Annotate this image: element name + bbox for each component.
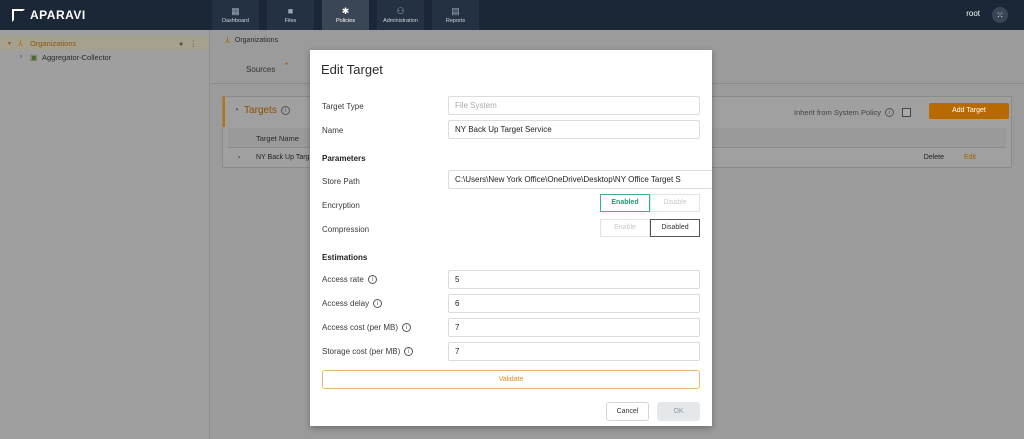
tab-indicator-icon: ●	[285, 61, 289, 67]
compression-enable-toggle[interactable]: Enable	[600, 219, 650, 237]
info-icon[interactable]: i	[885, 108, 894, 117]
target-type-label: Target Type	[322, 102, 364, 111]
target-icon: ◔	[233, 105, 240, 116]
tab-sources[interactable]: Sources	[246, 65, 275, 74]
panel-title-label: Targets	[244, 105, 277, 116]
info-icon[interactable]: i	[367, 275, 377, 284]
organization-icon: ⅄	[18, 38, 23, 48]
logo-text: APARAVI	[30, 8, 86, 22]
tree-item-organizations[interactable]: ▾ ⅄ Organizations ● ⋮	[0, 36, 209, 50]
access-delay-label: Access delay i	[322, 299, 383, 308]
aparavi-logo[interactable]: APARAVI	[12, 8, 86, 22]
access-delay-input[interactable]: 6	[448, 294, 700, 313]
name-input[interactable]: NY Back Up Target Service	[448, 120, 700, 139]
ok-button[interactable]: OK	[657, 402, 700, 421]
grid-icon[interactable]: ⁙	[992, 7, 1008, 23]
organization-icon: ⅄	[225, 36, 230, 45]
nav-administration-label: Administration	[383, 18, 418, 24]
gear-icon: ✱	[341, 6, 350, 16]
storage-cost-label-text: Storage cost (per MB)	[322, 347, 401, 356]
encryption-enabled-toggle[interactable]: Enabled	[600, 194, 650, 212]
encryption-label: Encryption	[322, 201, 360, 210]
access-cost-label: Access cost (per MB) i	[322, 323, 412, 332]
user-menu[interactable]: root	[966, 9, 980, 18]
chevron-down-icon[interactable]: ▾	[8, 40, 18, 47]
edit-target-dialog: Edit Target Target Type File System Name…	[310, 50, 712, 426]
nav-reports[interactable]: ▤ Reports	[432, 0, 479, 30]
tree-item-label: Aggregator-Collector	[42, 52, 112, 62]
panel-accent	[223, 97, 225, 127]
store-path-input[interactable]: C:\Users\New York Office\OneDrive\Deskto…	[448, 170, 712, 189]
storage-cost-label: Storage cost (per MB) i	[322, 347, 414, 356]
add-target-button[interactable]: Add Target	[929, 103, 1009, 119]
cancel-button[interactable]: Cancel	[606, 402, 649, 421]
nav-files[interactable]: ■ Files	[267, 0, 314, 30]
server-icon: ▣	[30, 52, 38, 62]
breadcrumb: ⅄ Organizations	[225, 36, 278, 45]
info-icon[interactable]: i	[280, 106, 290, 115]
delete-link[interactable]: Delete	[924, 154, 944, 161]
name-label: Name	[322, 126, 344, 135]
nav-administration[interactable]: ⚇ Administration	[377, 0, 424, 30]
target-name-cell: NY Back Up Targ	[256, 154, 310, 161]
logo-mark-icon	[12, 8, 25, 22]
tree-item-aggregator-collector[interactable]: › ▣ Aggregator-Collector	[0, 50, 209, 64]
column-header-target-name[interactable]: Target Name	[256, 134, 299, 143]
nav-policies[interactable]: ✱ Policies	[322, 0, 369, 30]
validate-button[interactable]: Validate	[322, 370, 700, 389]
nav-policies-label: Policies	[336, 18, 355, 24]
parameters-heading: Parameters	[322, 154, 366, 163]
top-bar: APARAVI ▦ Dashboard ■ Files ✱ Policies ⚇…	[0, 0, 1024, 30]
dialog-title: Edit Target	[321, 62, 383, 77]
target-icon: ◔	[236, 153, 241, 162]
users-icon: ⚇	[396, 6, 405, 16]
access-cost-label-text: Access cost (per MB)	[322, 323, 399, 332]
compression-disabled-toggle[interactable]: Disabled	[650, 219, 700, 237]
breadcrumb-label[interactable]: Organizations	[235, 37, 278, 44]
chevron-right-icon[interactable]: ›	[20, 54, 30, 60]
access-rate-label: Access rate i	[322, 275, 377, 284]
panel-title: ◔ Targets i	[233, 105, 290, 116]
inherit-checkbox[interactable]	[902, 108, 911, 117]
access-cost-input[interactable]: 7	[448, 318, 700, 337]
info-icon[interactable]: i	[402, 323, 412, 332]
dashboard-icon: ▦	[231, 6, 240, 16]
report-icon: ▤	[451, 6, 460, 16]
more-options-icon[interactable]: ● ⋮	[179, 39, 209, 48]
main-nav: ▦ Dashboard ■ Files ✱ Policies ⚇ Adminis…	[212, 0, 487, 30]
sidebar: ▾ ⅄ Organizations ● ⋮ › ▣ Aggregator-Col…	[0, 30, 210, 439]
info-icon[interactable]: i	[404, 347, 414, 356]
inherit-label: Inherit from System Policy	[793, 108, 881, 117]
storage-cost-input[interactable]: 7	[448, 342, 700, 361]
folder-icon: ■	[287, 6, 294, 16]
encryption-disable-toggle[interactable]: Disable	[650, 194, 700, 212]
info-icon[interactable]: i	[373, 299, 383, 308]
nav-reports-label: Reports	[445, 18, 466, 24]
target-type-field: File System	[448, 96, 700, 115]
compression-label: Compression	[322, 225, 370, 234]
access-rate-label-text: Access rate	[322, 275, 364, 284]
nav-dashboard-label: Dashboard	[222, 18, 249, 24]
access-delay-label-text: Access delay	[322, 299, 370, 308]
edit-link[interactable]: Edit	[964, 154, 976, 161]
access-rate-input[interactable]: 5	[448, 270, 700, 289]
estimations-heading: Estimations	[322, 253, 368, 262]
store-path-label: Store Path	[322, 177, 360, 186]
nav-files-label: Files	[284, 18, 297, 24]
inherit-option: Inherit from System Policy i	[794, 108, 911, 117]
tree-item-label: Organizations	[30, 38, 77, 48]
nav-dashboard[interactable]: ▦ Dashboard	[212, 0, 259, 30]
